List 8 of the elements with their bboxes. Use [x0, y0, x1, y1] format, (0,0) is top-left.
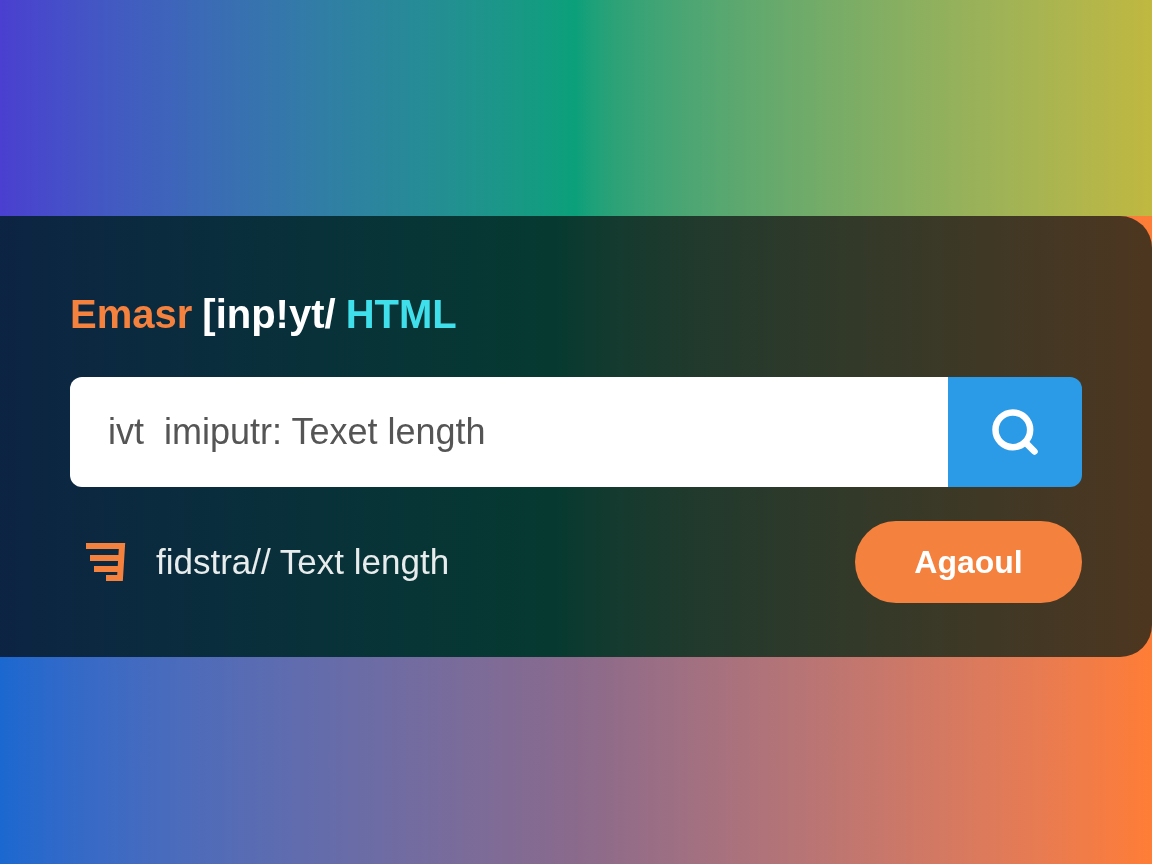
search-field[interactable]: ivt imiputr: Texet length: [70, 377, 948, 487]
footer-text: fidstra// Text length: [156, 540, 450, 583]
title-text: Emasr: [70, 294, 193, 334]
search-icon: [989, 406, 1041, 458]
menu-icon: [84, 542, 126, 582]
search-button[interactable]: [948, 377, 1082, 487]
title-text: HTML: [345, 294, 457, 334]
title-text: [inp!yt/: [202, 294, 336, 334]
